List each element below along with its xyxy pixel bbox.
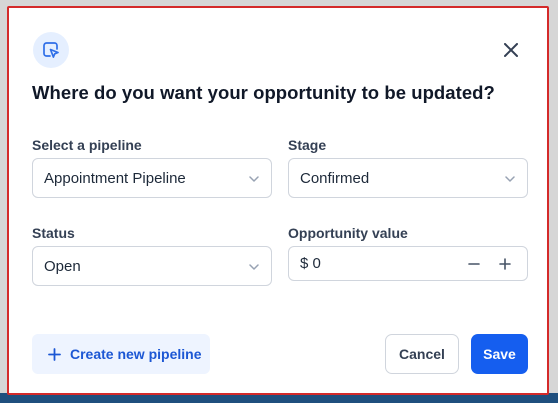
create-new-pipeline-button[interactable]: Create new pipeline <box>32 334 210 374</box>
update-opportunity-modal: Where do you want your opportunity to be… <box>7 6 549 395</box>
status-select[interactable]: Open <box>32 246 272 286</box>
cancel-label: Cancel <box>399 346 445 362</box>
opportunity-value: $ 0 <box>300 255 321 272</box>
decrement-button[interactable] <box>463 253 485 275</box>
increment-button[interactable] <box>494 253 516 275</box>
plus-icon <box>499 258 511 270</box>
pipeline-value: Appointment Pipeline <box>44 169 186 187</box>
chevron-down-icon <box>505 176 515 182</box>
save-button[interactable]: Save <box>471 334 528 374</box>
stage-label: Stage <box>288 137 327 153</box>
status-value: Open <box>44 257 81 275</box>
pipeline-select[interactable]: Appointment Pipeline <box>32 158 272 198</box>
chevron-down-icon <box>249 176 259 182</box>
cursor-select-icon <box>33 32 69 68</box>
status-label: Status <box>32 225 75 241</box>
modal-title: Where do you want your opportunity to be… <box>32 82 495 103</box>
pipeline-label: Select a pipeline <box>32 137 142 153</box>
minus-icon <box>468 263 480 265</box>
plus-icon <box>48 347 61 361</box>
stage-select[interactable]: Confirmed <box>288 158 528 198</box>
close-icon <box>504 43 518 57</box>
close-button[interactable] <box>499 38 523 62</box>
stage-value: Confirmed <box>300 169 370 187</box>
chevron-down-icon <box>249 264 259 270</box>
opportunity-value-input[interactable]: $ 0 <box>288 246 528 281</box>
create-new-pipeline-label: Create new pipeline <box>70 346 202 362</box>
save-label: Save <box>483 346 516 362</box>
opportunity-value-label: Opportunity value <box>288 225 408 241</box>
cancel-button[interactable]: Cancel <box>385 334 459 374</box>
